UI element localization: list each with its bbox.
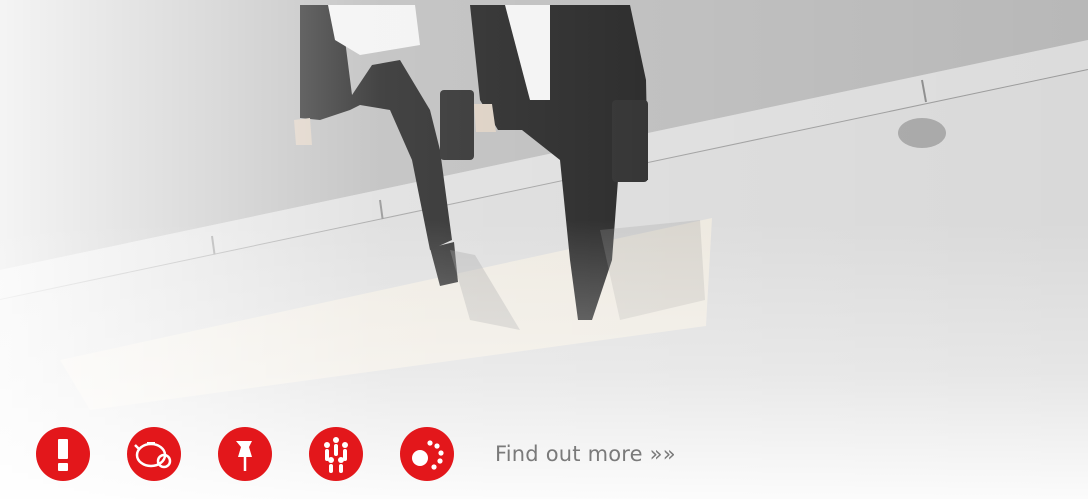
circle-dots-icon[interactable] — [400, 427, 454, 481]
find-out-more-link[interactable]: Find out more »» — [495, 442, 676, 466]
piggy-bank-icon[interactable] — [127, 427, 181, 481]
icon-row: Find out more »» — [36, 424, 676, 484]
people-group-icon[interactable] — [309, 427, 363, 481]
pushpin-icon[interactable] — [218, 427, 272, 481]
alert-icon[interactable] — [36, 427, 90, 481]
